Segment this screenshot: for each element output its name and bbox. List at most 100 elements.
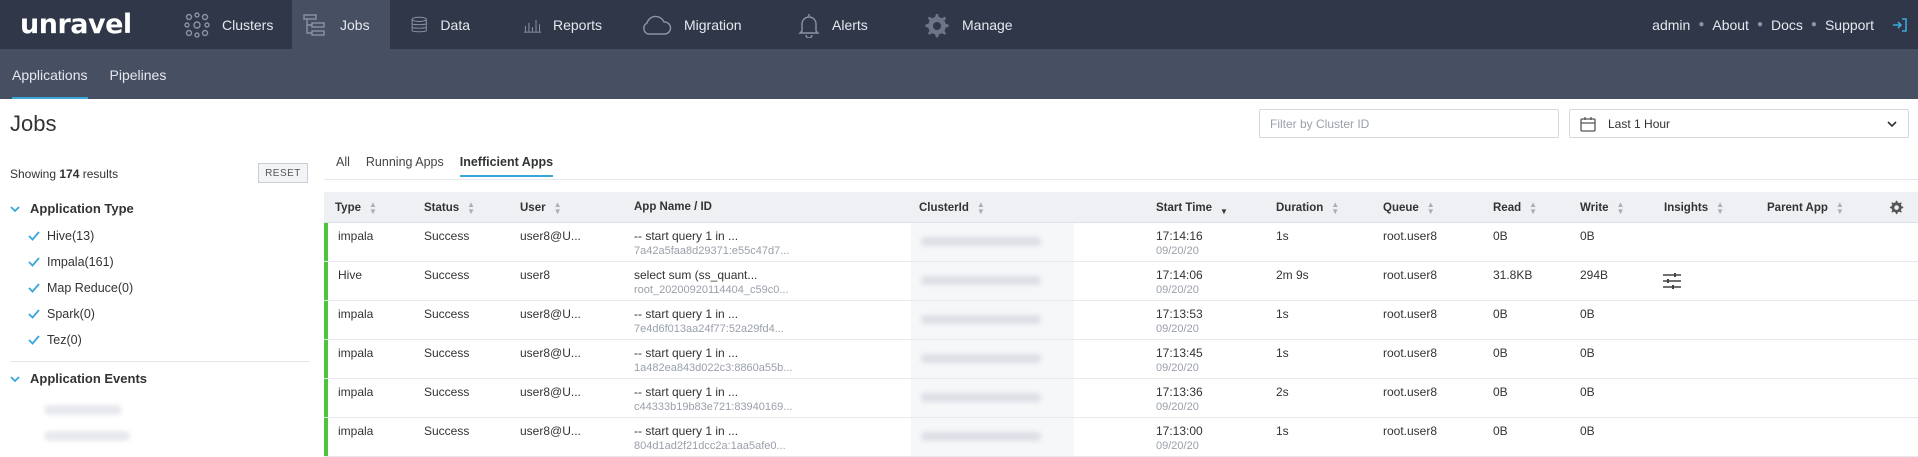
about-link[interactable]: About — [1712, 17, 1749, 33]
cell-write: 0B — [1580, 229, 1595, 243]
filter-label: Hive(13) — [47, 229, 95, 243]
cell-type: impala — [338, 307, 374, 321]
nav-reports[interactable]: Reports — [484, 0, 616, 49]
cell-start-date: 09/20/20 — [1156, 284, 1199, 296]
time-range-value: Last 1 Hour — [1608, 116, 1671, 131]
application-events-group[interactable]: Application Events — [10, 371, 147, 386]
filter-checkbox-hive[interactable]: Hive(13) — [28, 229, 94, 243]
col-queue[interactable]: Queue ▲ ▼ — [1383, 201, 1435, 216]
col-cluster-id[interactable]: ClusterId ▲ ▼ — [919, 201, 985, 216]
table-row[interactable]: impala Success user8@U... -- start query… — [324, 301, 1918, 340]
nav-data-label: Data — [440, 16, 470, 33]
col-read[interactable]: Read ▲ ▼ — [1493, 201, 1537, 216]
cell-app-name[interactable]: -- start query 1 in ... — [634, 424, 738, 438]
cell-app-name[interactable]: -- start query 1 in ... — [634, 307, 738, 321]
jobs-icon — [303, 13, 325, 36]
cell-app-name[interactable]: -- start query 1 in ... — [634, 385, 738, 399]
nav-clusters[interactable]: Clusters — [170, 0, 292, 49]
cell-app-name[interactable]: -- start query 1 in ... — [634, 346, 738, 360]
table-settings-gear-icon[interactable] — [1888, 199, 1904, 215]
cell-duration: 2s — [1276, 385, 1289, 399]
table-row[interactable]: Hive Success user8 select sum (ss_quant.… — [324, 262, 1918, 301]
checkmark-icon — [28, 283, 40, 293]
nav-data[interactable]: Data — [390, 0, 484, 49]
col-label: Type — [335, 202, 361, 214]
filter-checkbox-tez[interactable]: Tez(0) — [28, 333, 82, 347]
col-start-time[interactable]: Start Time ▼ — [1156, 201, 1228, 216]
docs-link[interactable]: Docs — [1771, 17, 1803, 33]
col-type[interactable]: Type ▲ ▼ — [335, 200, 377, 216]
sort-icon: ▲ ▼ — [1616, 200, 1625, 216]
col-label: ClusterId — [919, 202, 969, 214]
sort-icon: ▲ ▼ — [369, 200, 377, 216]
col-write[interactable]: Write ▲ ▼ — [1580, 200, 1625, 216]
page-header: Jobs Last 1 Hour — [0, 99, 1918, 147]
checkmark-icon — [28, 309, 40, 319]
col-parent-app[interactable]: Parent App ▲ ▼ — [1767, 201, 1844, 216]
nav-migration[interactable]: Migration — [616, 0, 768, 49]
sidebar-divider — [10, 361, 310, 362]
filter-checkbox-impala[interactable]: Impala(161) — [28, 255, 114, 269]
success-indicator — [324, 418, 328, 456]
application-type-group[interactable]: Application Type — [10, 201, 134, 216]
cell-write: 294B — [1580, 268, 1609, 282]
user-menu[interactable]: admin — [1652, 17, 1690, 33]
separator-dot: ● — [1698, 19, 1705, 30]
support-link[interactable]: Support — [1825, 17, 1874, 33]
table-row[interactable]: impala Success user8@U... -- start query… — [324, 340, 1918, 379]
application-events-title: Application Events — [30, 371, 148, 386]
subtab-pipelines[interactable]: Pipelines — [110, 67, 167, 99]
unravel-logo[interactable]: unravel — [0, 9, 170, 40]
cell-type: impala — [338, 346, 374, 360]
tab-inefficient-apps[interactable]: Inefficient Apps — [459, 155, 554, 177]
table-row[interactable]: impala Success user8@U... -- start query… — [324, 418, 1918, 457]
cell-app-name[interactable]: select sum (ss_quant... — [634, 268, 757, 282]
nav-clusters-label: Clusters — [222, 16, 274, 33]
cell-queue: root.user8 — [1383, 229, 1438, 243]
subtab-applications[interactable]: Applications — [12, 67, 88, 99]
col-label: App Name / ID — [634, 201, 712, 213]
nav-jobs[interactable]: Jobs — [292, 0, 390, 49]
showing-suffix: results — [82, 167, 119, 181]
cell-start-date: 09/20/20 — [1156, 323, 1199, 335]
nav-manage[interactable]: Manage — [888, 0, 1027, 49]
col-app-name[interactable]: App Name / ID — [634, 201, 712, 213]
filter-checkbox-mapreduce[interactable]: Map Reduce(0) — [28, 281, 133, 295]
blurred-event-item — [44, 431, 130, 441]
clusters-icon — [184, 11, 210, 38]
cell-app-name[interactable]: -- start query 1 in ... — [634, 229, 738, 243]
table-header: Type ▲ ▼ Status ▲ ▼ User ▲ ▼ App Name / ID Clu… — [324, 192, 1918, 223]
cell-read: 31.8KB — [1493, 268, 1533, 282]
cluster-id-filter-input[interactable] — [1259, 109, 1559, 138]
cell-user: user8@U... — [520, 307, 581, 321]
col-duration[interactable]: Duration ▲ ▼ — [1276, 201, 1339, 216]
tab-all[interactable]: All — [336, 155, 350, 177]
filter-label: Map Reduce(0) — [47, 281, 134, 295]
cell-app-id: 7a42a5faa8d29371:e55c47d7... — [634, 245, 790, 257]
nav-alerts[interactable]: Alerts — [768, 0, 888, 49]
table-row[interactable]: impala Success user8@U... -- start query… — [324, 223, 1918, 262]
cell-start-time: 17:13:53 — [1156, 307, 1203, 321]
cell-user: user8@U... — [520, 346, 581, 360]
col-status[interactable]: Status ▲ ▼ — [424, 201, 475, 216]
sliders-icon[interactable] — [1662, 272, 1682, 290]
table-row[interactable]: impala Success user8@U... -- start query… — [324, 379, 1918, 418]
cell-start-date: 09/20/20 — [1156, 362, 1199, 374]
nav-alerts-label: Alerts — [832, 16, 868, 33]
cell-read: 0B — [1493, 307, 1508, 321]
cell-status: Success — [424, 268, 470, 282]
time-range-select[interactable]: Last 1 Hour — [1569, 109, 1909, 138]
tab-running-apps[interactable]: Running Apps — [366, 155, 444, 177]
sort-desc-icon: ▼ — [1220, 207, 1228, 216]
col-insights[interactable]: Insights ▲ ▼ — [1664, 201, 1724, 216]
page-title: Jobs — [10, 111, 57, 136]
data-icon — [411, 16, 427, 32]
reset-button[interactable]: RESET — [258, 163, 308, 183]
col-label: Queue — [1383, 202, 1419, 214]
filter-checkbox-spark[interactable]: Spark(0) — [28, 307, 95, 321]
nav-right: admin ● About ● Docs ● Support — [1652, 0, 1908, 49]
filter-label: Tez(0) — [47, 333, 82, 347]
col-user[interactable]: User ▲ ▼ — [520, 201, 562, 216]
chevron-down-icon — [10, 375, 20, 382]
logout-icon[interactable] — [1892, 17, 1908, 33]
